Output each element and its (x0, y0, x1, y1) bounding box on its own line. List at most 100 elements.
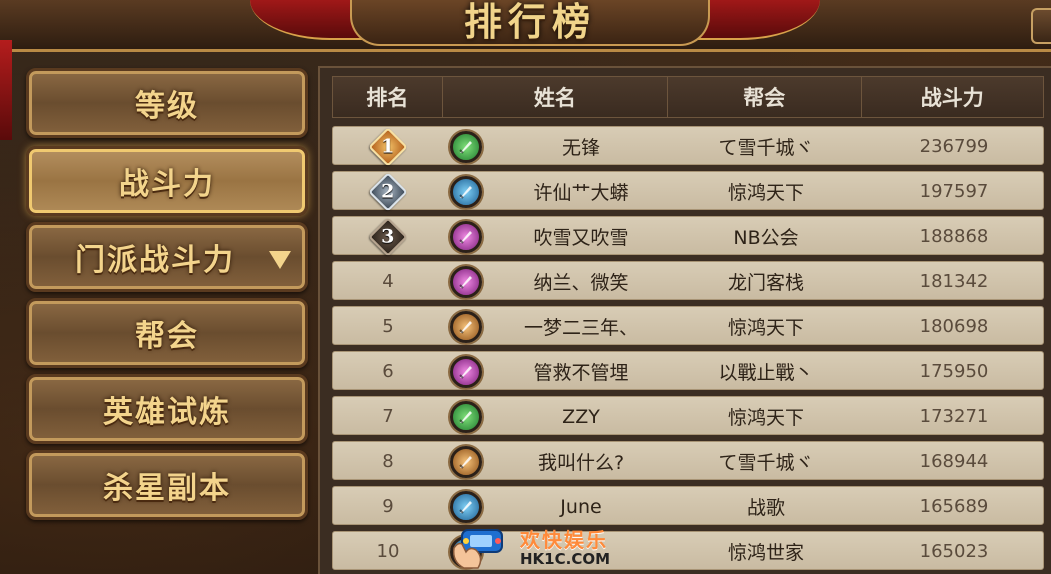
rank-cell: 5 (333, 307, 443, 346)
guild-cell: 惊鸿天下 (727, 317, 804, 339)
class-cell (443, 442, 489, 481)
header-guild: 帮会 (668, 77, 862, 117)
rank-cell: 8 (333, 442, 443, 481)
table-row[interactable]: 8 我叫什么? て雪千城ヾ 168944 (332, 441, 1044, 480)
dropdown-arrow-icon[interactable] (269, 251, 291, 269)
table-row[interactable]: 2 许仙艹大蟒 惊鸿天下 197597 (332, 171, 1044, 212)
table-row[interactable]: 10 惊鸿世家 165023 (332, 531, 1044, 570)
menu-item-level[interactable]: 等级 (26, 68, 308, 138)
table-row[interactable]: 4 纳兰、微笑 龙门客栈 181342 (332, 261, 1044, 300)
bronze-medal-icon: 3 (368, 216, 408, 257)
page-title: 排行榜 (463, 0, 596, 44)
blade-weapon-icon (450, 445, 482, 478)
blade-weapon-icon (450, 310, 482, 343)
watermark-url: HK1C.COM (520, 550, 611, 568)
table-row[interactable]: 6 管救不管埋 以戰止戰丶 175950 (332, 351, 1044, 390)
rank-cell: 9 (333, 487, 443, 526)
power-cell: 197597 (919, 181, 989, 202)
close-button[interactable] (1031, 8, 1051, 44)
class-cell (443, 307, 489, 346)
menu-item-label: 英雄试炼 (103, 395, 231, 430)
power-cell: 181342 (919, 271, 989, 292)
top-banner: 排行榜 (0, 0, 1051, 52)
power-cell: 180698 (919, 316, 989, 337)
silver-medal-icon: 2 (368, 171, 408, 212)
name-cell: 许仙艹大蟒 (533, 182, 629, 204)
rank-number: 8 (382, 451, 394, 472)
rank-number: 9 (382, 496, 394, 517)
header-power: 战斗力 (920, 86, 984, 110)
rank-number: 3 (381, 225, 395, 248)
class-cell (443, 217, 489, 256)
crystal-weapon-icon (450, 355, 482, 388)
power-cell: 175950 (919, 361, 989, 382)
guild-cell: て雪千城ヾ (718, 452, 814, 474)
menu-item-combat-power[interactable]: 战斗力 (26, 146, 308, 216)
gear-weapon-icon (450, 175, 482, 208)
crystal-weapon-icon (450, 220, 482, 253)
watermark: 欢快娱乐 HK1C.COM (448, 520, 618, 574)
gamepad-hand-icon (452, 529, 503, 569)
table-row[interactable]: 1 无锋 て雪千城ヾ 236799 (332, 126, 1044, 167)
gold-medal-icon: 1 (368, 126, 408, 167)
header-rank: 排名 (333, 77, 443, 117)
ranking-panel: 排名 姓名 帮会 战斗力 1 无锋 て雪千城ヾ 236799 2 许仙艹大蟒 惊鸿天下 197… (318, 66, 1051, 574)
jade-weapon-icon (450, 130, 482, 163)
name-cell: 纳兰、微笑 (533, 272, 629, 294)
menu-item-label: 等级 (135, 89, 199, 124)
guild-cell: 惊鸿天下 (727, 407, 804, 429)
power-cell: 165689 (919, 496, 989, 517)
class-cell (443, 397, 489, 436)
table-header: 排名 姓名 帮会 战斗力 (332, 76, 1044, 118)
class-cell (443, 127, 489, 166)
guild-cell: 惊鸿天下 (727, 182, 804, 204)
rank-cell: 2 (333, 171, 443, 212)
name-cell: 吹雪又吹雪 (533, 227, 629, 249)
rank-cell: 7 (333, 397, 443, 436)
rank-number: 10 (376, 541, 400, 562)
menu-item-label: 战斗力 (119, 167, 215, 202)
rank-cell: 4 (333, 262, 443, 301)
power-cell: 165023 (919, 541, 989, 562)
table-row[interactable]: 5 一梦二三年、 惊鸿天下 180698 (332, 306, 1044, 345)
rank-number: 2 (381, 180, 395, 203)
rank-number: 6 (382, 361, 394, 382)
name-cell: 我叫什么? (537, 452, 625, 474)
class-cell (443, 172, 489, 211)
gear-weapon-icon (450, 490, 482, 523)
menu-item-label: 门派战斗力 (75, 243, 235, 278)
table-row[interactable]: 9 June 战歌 165689 (332, 486, 1044, 525)
rank-cell: 10 (333, 532, 443, 571)
power-cell: 168944 (919, 451, 989, 472)
rank-number: 5 (382, 316, 394, 337)
power-cell: 236799 (919, 136, 989, 157)
power-cell: 173271 (919, 406, 989, 427)
menu-item-sect-combat-power[interactable]: 门派战斗力 (26, 222, 308, 292)
guild-cell: 以戰止戰丶 (718, 362, 814, 384)
table-row[interactable]: 7 ZZY 惊鸿天下 173271 (332, 396, 1044, 435)
side-curtain (0, 40, 12, 140)
power-cell: 188868 (919, 226, 989, 247)
name-cell: 管救不管埋 (533, 362, 629, 384)
title-plate: 排行榜 (350, 0, 710, 46)
rank-cell: 3 (333, 216, 443, 257)
menu-item-label: 杀星副本 (103, 471, 231, 506)
guild-cell: NB公会 (733, 227, 799, 249)
header-name: 姓名 (443, 77, 669, 117)
guild-cell: 龙门客栈 (727, 272, 804, 294)
rank-cell: 1 (333, 126, 443, 167)
rank-number: 7 (382, 406, 394, 427)
table-row[interactable]: 3 吹雪又吹雪 NB公会 188868 (332, 216, 1044, 257)
menu-item-hero-trial[interactable]: 英雄试炼 (26, 374, 308, 444)
name-cell: 一梦二三年、 (523, 317, 638, 339)
class-cell (443, 352, 489, 391)
name-cell: ZZY (562, 405, 600, 428)
menu-item-label: 帮会 (135, 319, 199, 354)
name-cell: 无锋 (561, 137, 600, 159)
watermark-text: 欢快娱乐 (520, 528, 608, 552)
menu-item-star-dungeon[interactable]: 杀星副本 (26, 450, 308, 520)
rank-cell: 6 (333, 352, 443, 391)
rank-number: 4 (382, 271, 394, 292)
menu-item-guild[interactable]: 帮会 (26, 298, 308, 368)
rank-number: 1 (381, 135, 395, 158)
